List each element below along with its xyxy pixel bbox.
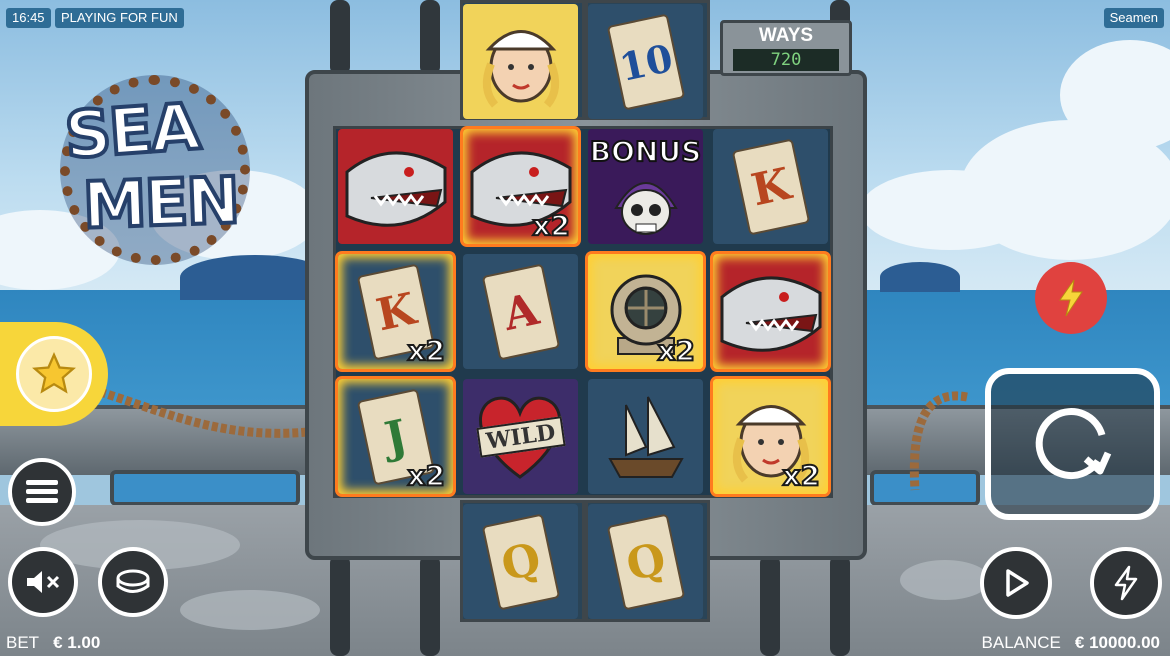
symbol-wild: WILD xyxy=(463,379,578,494)
spin-button[interactable] xyxy=(985,368,1160,520)
lightning-icon xyxy=(1059,279,1083,317)
symbol-card-j: J x2 xyxy=(338,379,453,494)
pipe xyxy=(330,0,350,75)
symbol-shark: x2 xyxy=(463,129,578,244)
rope-right xyxy=(909,391,968,491)
lightning-icon xyxy=(1114,565,1138,601)
logo-word-2: MEN xyxy=(80,162,241,245)
deck-window xyxy=(110,470,300,506)
hamburger-icon xyxy=(26,480,58,503)
play-mode-badge: PLAYING FOR FUN xyxy=(55,8,184,28)
clock: 16:45 xyxy=(6,8,51,28)
shark-icon xyxy=(345,150,446,227)
win-multiplier: x2 xyxy=(781,458,821,493)
symbol-card-q: Q xyxy=(588,504,703,619)
logo-word-1: SEA xyxy=(61,88,203,175)
bet-label: BET xyxy=(6,633,40,652)
symbol-bonus: BONUS xyxy=(588,129,703,244)
shark-icon xyxy=(720,275,821,352)
pipe xyxy=(330,555,350,656)
symbol-card-a: A xyxy=(463,254,578,369)
sound-button[interactable] xyxy=(8,547,78,617)
ways-counter: 720 xyxy=(733,49,839,71)
balance-label: BALANCE xyxy=(981,633,1061,652)
symbol-sailor-girl xyxy=(463,4,578,119)
bonus-label: BONUS xyxy=(589,134,702,169)
card-10: 10 xyxy=(606,12,685,111)
deck-pattern xyxy=(180,590,320,630)
card-q: Q xyxy=(481,512,560,611)
symbol-diving-helmet: x2 xyxy=(588,254,703,369)
game-name-badge: Seamen xyxy=(1103,8,1164,28)
win-multiplier: x2 xyxy=(406,458,446,493)
symbol-card-q: Q xyxy=(463,504,578,619)
pipe xyxy=(760,555,780,656)
ship-icon xyxy=(607,396,684,478)
symbol-ship xyxy=(588,379,703,494)
pipe xyxy=(420,555,440,656)
balance-value: € 10000.00 xyxy=(1074,633,1160,652)
win-multiplier: x2 xyxy=(531,208,571,243)
deck-pattern xyxy=(900,560,990,600)
star-icon xyxy=(32,351,76,394)
game-logo: SEA MEN xyxy=(45,75,255,265)
symbol-shark xyxy=(713,254,828,369)
favorite-badge xyxy=(16,336,92,412)
turbo-button[interactable] xyxy=(1090,547,1162,619)
bet-settings-button[interactable] xyxy=(98,547,168,617)
pipe xyxy=(830,555,850,656)
card-q: Q xyxy=(606,512,685,611)
menu-button[interactable] xyxy=(8,458,76,526)
symbol-shark xyxy=(338,129,453,244)
island xyxy=(880,262,960,292)
win-multiplier: x2 xyxy=(656,333,696,368)
symbol-card-k: K xyxy=(713,129,828,244)
symbol-sailor-girl: x2 xyxy=(713,379,828,494)
favorite-button[interactable] xyxy=(0,322,108,426)
symbol-card-10: 10 xyxy=(588,4,703,119)
sailor-girl-icon xyxy=(482,29,559,108)
card-k: K xyxy=(731,137,810,236)
ways-panel: WAYS 720 xyxy=(720,20,852,76)
card-a: A xyxy=(481,262,560,361)
play-icon xyxy=(1006,569,1029,597)
autoplay-button[interactable] xyxy=(980,547,1052,619)
skull-icon xyxy=(613,182,678,235)
win-multiplier: x2 xyxy=(406,333,446,368)
ways-label: WAYS xyxy=(758,25,814,46)
boost-button[interactable] xyxy=(1035,262,1107,334)
coin-stack-icon xyxy=(116,569,150,593)
symbol-card-k: K x2 xyxy=(338,254,453,369)
bet-value: € 1.00 xyxy=(53,633,101,652)
balance-display: BALANCE € 10000.00 xyxy=(982,633,1160,653)
rope-left xyxy=(100,387,309,438)
sound-muted-icon xyxy=(27,571,60,593)
bet-display: BET € 1.00 xyxy=(6,633,100,653)
spin-arrow-icon xyxy=(1035,408,1111,480)
pipe xyxy=(420,0,440,75)
